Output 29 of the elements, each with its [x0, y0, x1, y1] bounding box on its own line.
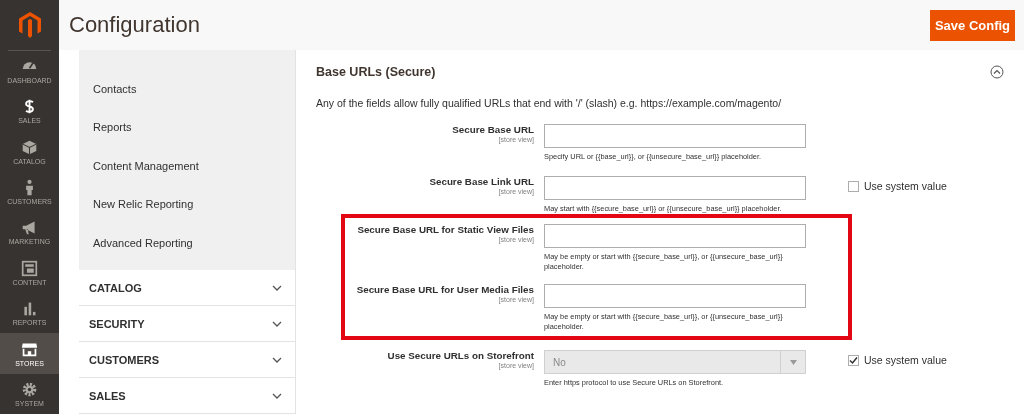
field-label: Secure Base Link URL	[429, 176, 534, 188]
field-label: Secure Base URL	[452, 124, 534, 136]
section-description: Any of the fields allow fully qualified URLs that end with '/' (slash) e.g. https://example.com/magento/	[316, 97, 783, 109]
text-input[interactable]	[544, 224, 806, 248]
caret-icon	[789, 359, 797, 365]
sidebar-item[interactable]: Advanced Reporting	[93, 236, 193, 249]
page-title: Configuration	[69, 12, 200, 38]
text-input[interactable]	[544, 124, 806, 148]
section-title: Base URLs (Secure)	[316, 65, 436, 79]
sidebar-item[interactable]: Content Management	[93, 159, 199, 172]
layout-icon	[21, 259, 38, 277]
field-label: Use Secure URLs on Storefront	[387, 350, 534, 362]
checkbox-label: Use system value	[864, 180, 947, 192]
sidebar-item[interactable]: Reports	[93, 121, 132, 134]
text-input[interactable]	[544, 284, 806, 308]
sidebar-item[interactable]: Contacts	[93, 82, 137, 95]
checkbox-label: Use system value	[864, 354, 947, 366]
checkbox[interactable]	[848, 180, 859, 192]
logo-icon[interactable]	[18, 11, 41, 38]
bar-chart-icon	[21, 300, 38, 318]
save-button[interactable]: Save Config	[930, 9, 1015, 41]
megaphone-icon	[21, 219, 38, 237]
text-input[interactable]	[544, 176, 806, 200]
gear-icon	[21, 380, 38, 398]
collapse-icon[interactable]	[990, 65, 1004, 79]
box-icon	[21, 138, 38, 156]
field-label: Secure Base URL for Static View Files	[357, 224, 534, 236]
field-label: Secure Base URL for User Media Files	[356, 284, 534, 296]
sidebar-item[interactable]: New Relic Reporting	[93, 198, 194, 211]
